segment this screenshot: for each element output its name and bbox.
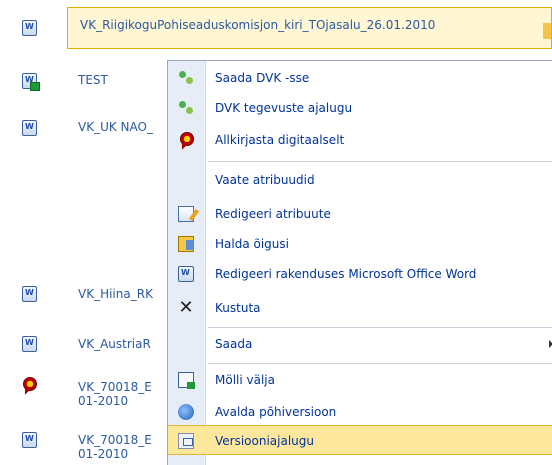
menu-item-send-dvk[interactable]: Saada DVK -sse bbox=[168, 63, 552, 93]
word-doc-checked-out-icon bbox=[22, 73, 40, 91]
version-history-icon bbox=[178, 433, 194, 449]
delete-icon: ✕ bbox=[178, 297, 194, 318]
menu-item-label: Saada bbox=[215, 337, 253, 351]
list-item-title[interactable]: VK_Hiina_RK bbox=[78, 287, 153, 301]
menu-item-label: Saada DVK -sse bbox=[215, 71, 310, 85]
menu-item-send-submenu[interactable]: Saada bbox=[168, 329, 552, 359]
menu-item-label: Halda õigusi bbox=[215, 237, 289, 251]
selected-item-title: VK_RiigikoguPohiseaduskomisjon_kiri_TOja… bbox=[80, 18, 436, 32]
edit-properties-icon bbox=[178, 206, 194, 222]
permissions-icon bbox=[178, 236, 194, 252]
menu-item-publish-major[interactable]: Avalda põhiversioon bbox=[168, 397, 552, 427]
word-doc-icon bbox=[22, 286, 37, 302]
menu-item-label: DVK tegevuste ajalugu bbox=[215, 101, 353, 115]
menu-item-label: Vaate atribuudid bbox=[215, 173, 315, 187]
menu-item-version-history[interactable]: Versiooniajalugu bbox=[168, 425, 552, 455]
word-doc-icon bbox=[22, 432, 37, 448]
list-item-title[interactable]: TEST bbox=[78, 73, 108, 87]
menu-item-check-out[interactable]: Mölli välja bbox=[168, 365, 552, 395]
menu-item-label: Redigeeri rakenduses Microsoft Office Wo… bbox=[215, 267, 477, 281]
menu-item-view-properties[interactable]: Vaate atribuudid bbox=[168, 165, 552, 195]
signature-seal-icon bbox=[178, 132, 194, 150]
menu-item-label: Avalda põhiversioon bbox=[215, 405, 337, 419]
word-doc-icon bbox=[22, 120, 37, 136]
menu-separator bbox=[208, 363, 552, 364]
menu-item-label: Allkirjasta digitaalselt bbox=[215, 133, 345, 147]
word-doc-icon bbox=[22, 336, 37, 352]
word-doc-icon bbox=[22, 20, 37, 36]
menu-item-label: Kustuta bbox=[215, 301, 261, 315]
menu-separator bbox=[208, 161, 552, 162]
context-menu: Saada DVK -sse DVK tegevuste ajalugu All… bbox=[167, 60, 552, 465]
menu-item-edit-properties[interactable]: Redigeeri atribuute bbox=[168, 199, 552, 229]
menu-item-dvk-history[interactable]: DVK tegevuste ajalugu bbox=[168, 93, 552, 123]
people-history-icon bbox=[178, 100, 194, 116]
word-doc-icon bbox=[178, 266, 194, 282]
menu-item-label: Redigeeri atribuute bbox=[215, 207, 331, 221]
signed-seal-icon bbox=[21, 377, 37, 395]
menu-item-edit-in-word[interactable]: Redigeeri rakenduses Microsoft Office Wo… bbox=[168, 259, 552, 289]
people-send-icon bbox=[178, 70, 194, 86]
menu-item-label: Versiooniajalugu bbox=[215, 434, 315, 448]
list-item-title[interactable]: VK_AustriaR bbox=[78, 337, 151, 351]
menu-item-label: Mölli välja bbox=[215, 373, 275, 387]
list-item-title[interactable]: VK_UK NAO_ bbox=[78, 120, 153, 134]
menu-separator bbox=[208, 327, 552, 328]
dropdown-arrow-button[interactable] bbox=[543, 23, 551, 39]
selected-item-title-field[interactable]: VK_RiigikoguPohiseaduskomisjon_kiri_TOja… bbox=[67, 7, 552, 49]
list-item-title[interactable]: VK_70018_E 01-2010 bbox=[78, 433, 173, 461]
publish-icon bbox=[178, 404, 194, 420]
menu-item-manage-permissions[interactable]: Halda õigusi bbox=[168, 229, 552, 259]
menu-item-sign-digitally[interactable]: Allkirjasta digitaalselt bbox=[168, 125, 552, 155]
check-out-icon bbox=[178, 372, 195, 389]
list-item-title[interactable]: VK_70018_E 01-2010 bbox=[78, 380, 173, 408]
menu-item-delete[interactable]: ✕ Kustuta bbox=[168, 293, 552, 323]
